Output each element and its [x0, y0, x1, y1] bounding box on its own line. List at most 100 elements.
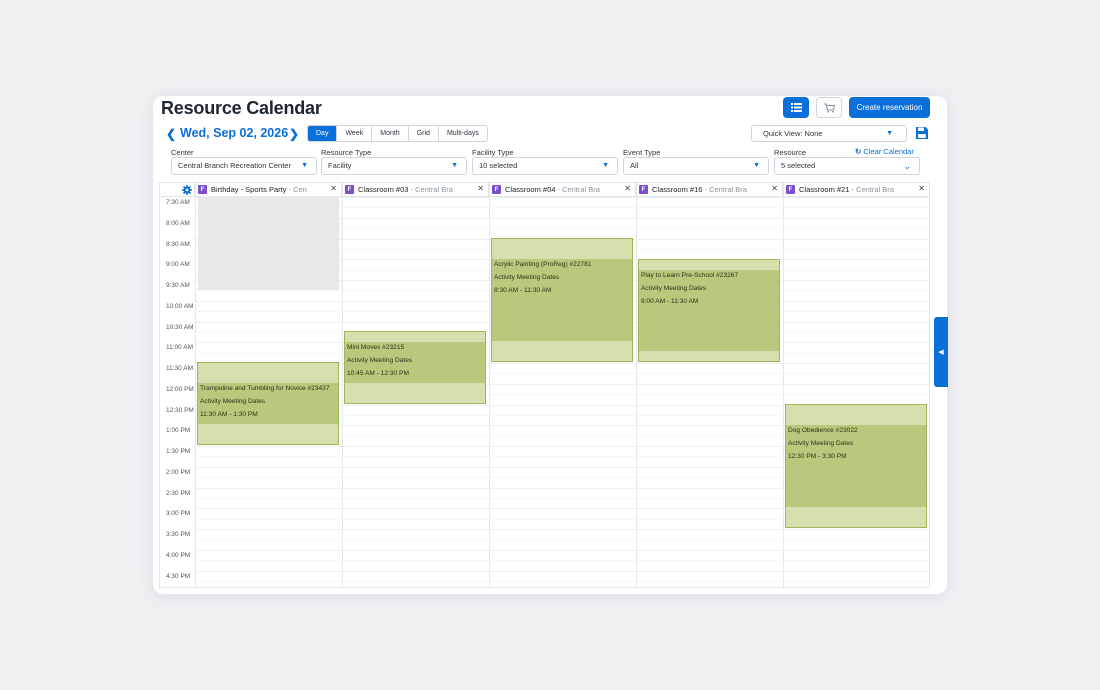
event-play-to-learn[interactable]: Play to Learn Pre-School #23267 Activity… — [638, 259, 780, 362]
facility-tag: F — [492, 185, 501, 194]
next-day-chevron-icon[interactable]: ❯ — [289, 127, 299, 141]
time-label: 2:00 PM — [166, 469, 191, 476]
facility-type-select[interactable]: 10 selected ▼ — [472, 157, 618, 175]
event-title: Dog Obedience #23022 — [788, 427, 858, 434]
close-icon[interactable]: ✕ — [769, 184, 778, 193]
prev-day-chevron-icon[interactable]: ❮ — [166, 127, 176, 141]
facility-tag: F — [639, 185, 648, 194]
column-subtitle: - Central Bra — [704, 185, 747, 194]
gear-icon[interactable] — [182, 185, 192, 195]
event-type-value: All — [630, 161, 639, 170]
save-icon[interactable] — [915, 126, 929, 140]
column-subtitle: - Central Bra — [557, 185, 600, 194]
hour-line — [194, 550, 929, 551]
column-subtitle: - Central Bra — [410, 185, 453, 194]
time-label: 1:00 PM — [166, 427, 191, 434]
column-header-classroom-16: F Classroom #16 - Central Bra ✕ — [636, 183, 783, 197]
center-value: Central Branch Recreation Center — [178, 161, 291, 170]
side-panel-toggle[interactable]: ◀ — [934, 317, 948, 387]
resource-value: 5 selected — [781, 161, 816, 170]
quick-view-select[interactable]: Quick View: None ▼ — [751, 125, 907, 142]
facility-tag: F — [345, 185, 354, 194]
event-type: Activity Meeting Dates — [200, 398, 266, 405]
caret-down-icon: ▼ — [451, 162, 458, 169]
chevron-left-icon: ◀ — [938, 349, 944, 356]
tab-day[interactable]: Day — [308, 126, 338, 141]
list-view-button[interactable] — [783, 97, 809, 118]
column-title: Classroom #21 — [799, 185, 850, 194]
tab-week[interactable]: Week — [337, 126, 373, 141]
column-title: Birthday - Sports Party — [211, 185, 287, 194]
quick-view-value: Quick View: None — [763, 129, 823, 138]
close-icon[interactable]: ✕ — [622, 184, 631, 193]
time-label: 4:00 PM — [166, 552, 191, 559]
event-title: Trampoline and Tumbling for Novice #2343… — [200, 385, 330, 392]
close-icon[interactable]: ✕ — [475, 184, 484, 193]
event-title: Acrylic Painting (ProReg) #22781 — [494, 261, 592, 268]
resource-type-label: Resource Type — [321, 148, 372, 157]
time-label: 4:30 PM — [166, 573, 191, 580]
event-type: Activity Meeting Dates — [788, 440, 854, 447]
caret-down-icon: ▼ — [753, 162, 760, 169]
half-hour-line — [194, 581, 929, 582]
close-icon[interactable]: ✕ — [916, 184, 925, 193]
blocked-time-area — [198, 197, 339, 290]
column-header-classroom-04: F Classroom #04 - Central Bra ✕ — [489, 183, 636, 197]
create-reservation-button[interactable]: Create reservation — [849, 97, 930, 118]
calendar-grid: F Birthday - Sports Party - Cen ✕ F Clas… — [159, 182, 930, 588]
tab-month[interactable]: Month — [372, 126, 409, 141]
event-mini-moves[interactable]: Mini Moves #23215 Activity Meeting Dates… — [344, 331, 486, 404]
facility-tag: F — [786, 185, 795, 194]
time-label: 8:30 AM — [166, 241, 190, 248]
tab-multi-days[interactable]: Multi-days — [438, 126, 487, 141]
column-title: Classroom #03 — [358, 185, 409, 194]
event-time: 11:30 AM - 1:30 PM — [200, 411, 258, 418]
resource-label: Resource — [774, 148, 807, 157]
facility-tag: F — [198, 185, 207, 194]
resource-select[interactable]: 5 selected ⌄ — [774, 157, 920, 175]
event-type-select[interactable]: All ▼ — [623, 157, 769, 175]
column-title: Classroom #16 — [652, 185, 703, 194]
column-subtitle: - Central Bra — [851, 185, 894, 194]
column-header-classroom-03: F Classroom #03 - Central Bra ✕ — [342, 183, 489, 197]
time-label: 12:00 PM — [166, 386, 194, 393]
event-acrylic-painting[interactable]: Acrylic Painting (ProReg) #22781 Activit… — [491, 238, 633, 362]
time-label: 10:00 AM — [166, 303, 194, 310]
time-label: 9:30 AM — [166, 282, 190, 289]
time-label: 12:30 PM — [166, 407, 194, 414]
close-icon[interactable]: ✕ — [328, 184, 337, 193]
caret-down-icon: ▼ — [602, 162, 609, 169]
column-header-birthday-sports-party: F Birthday - Sports Party - Cen ✕ — [195, 183, 342, 197]
current-date: Wed, Sep 02, 2026 — [180, 126, 289, 140]
caret-down-icon: ▼ — [886, 130, 893, 137]
event-type-label: Event Type — [623, 148, 661, 157]
list-icon — [790, 103, 802, 112]
resource-type-value: Facility — [328, 161, 352, 170]
event-trampoline-tumbling[interactable]: Trampoline and Tumbling for Novice #2343… — [197, 362, 339, 445]
resource-calendar-panel: Resource Calendar Create reservation ❮ W… — [153, 96, 947, 594]
facility-type-label: Facility Type — [472, 148, 514, 157]
event-time: 8:30 AM - 11:30 AM — [494, 287, 552, 294]
event-time: 9:00 AM - 11:30 AM — [641, 298, 699, 305]
time-label: 9:00 AM — [166, 261, 190, 268]
column-title: Classroom #04 — [505, 185, 556, 194]
clear-calendar-link[interactable]: ↻ Clear Calendar — [855, 147, 914, 156]
time-label: 11:30 AM — [166, 365, 193, 372]
time-label: 8:00 AM — [166, 220, 190, 227]
event-time: 12:30 PM - 3:30 PM — [788, 453, 847, 460]
time-label: 10:30 AM — [166, 324, 194, 331]
tab-grid[interactable]: Grid — [408, 126, 439, 141]
center-label: Center — [171, 148, 194, 157]
time-label: 11:00 AM — [166, 344, 193, 351]
refresh-icon: ↻ — [855, 147, 862, 156]
center-select[interactable]: Central Branch Recreation Center ▼ — [171, 157, 317, 175]
half-hour-line — [194, 560, 929, 561]
event-dog-obedience[interactable]: Dog Obedience #23022 Activity Meeting Da… — [785, 404, 927, 528]
cart-button[interactable] — [816, 97, 842, 118]
half-hour-line — [194, 539, 929, 540]
facility-type-value: 10 selected — [479, 161, 518, 170]
resource-type-select[interactable]: Facility ▼ — [321, 157, 467, 175]
column-subtitle: - Cen — [288, 185, 307, 194]
event-type: Activity Meeting Dates — [494, 274, 560, 281]
hour-line — [194, 529, 929, 530]
